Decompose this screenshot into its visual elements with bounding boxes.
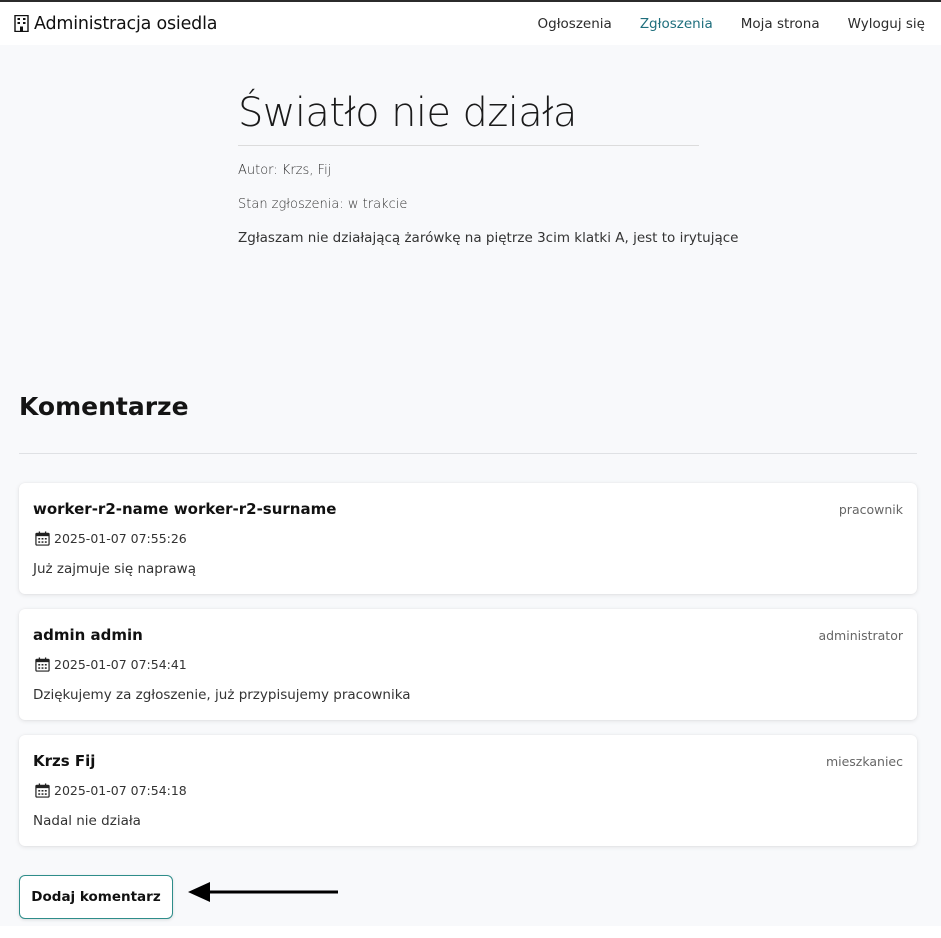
ticket-author: Autor: Krzs, Fij	[238, 163, 332, 178]
comment-author: admin admin	[33, 626, 143, 644]
comment-card: admin admin administrator 2025-01-07 07:…	[19, 609, 917, 720]
comment-role: administrator	[818, 628, 903, 643]
comments-heading: Komentarze	[19, 392, 189, 421]
ticket-status: Stan zgłoszenia: w trakcie	[238, 197, 408, 212]
calendar-icon	[35, 783, 50, 798]
calendar-icon	[35, 657, 50, 672]
comment-role: mieszkaniec	[825, 754, 903, 769]
comment-author: worker-r2-name worker-r2-surname	[33, 500, 337, 518]
nav-links: Ogłoszenia Zgłoszenia Moja strona Wylogu…	[510, 16, 925, 32]
nav-link-ogloszenia[interactable]: Ogłoszenia	[538, 16, 612, 32]
comment-date: 2025-01-07 07:55:26	[35, 531, 187, 546]
arrow-left-icon	[188, 882, 338, 902]
comment-author: Krzs Fij	[33, 752, 96, 770]
add-comment-button[interactable]: Dodaj komentarz	[19, 875, 173, 919]
brand[interactable]: Administracja osiedla	[14, 14, 217, 34]
comment-card: worker-r2-name worker-r2-surname pracown…	[19, 483, 917, 594]
calendar-icon	[35, 531, 50, 546]
building-icon	[14, 15, 29, 32]
ticket-description: Zgłaszam nie działającą żarówkę na piętr…	[238, 230, 739, 246]
comment-card: Krzs Fij mieszkaniec 2025-01-07 07:54:18…	[19, 735, 917, 846]
comments-divider	[19, 453, 917, 454]
ticket-details: Światło nie działa Autor: Krzs, Fij Stan…	[238, 86, 739, 246]
comment-date: 2025-01-07 07:54:18	[35, 783, 187, 798]
brand-title: Administracja osiedla	[34, 13, 218, 34]
comment-text: Dziękujemy za zgłoszenie, już przypisuje…	[33, 687, 411, 703]
comment-text: Już zajmuje się naprawą	[33, 561, 196, 577]
comment-date-text: 2025-01-07 07:55:26	[54, 531, 187, 546]
comment-text: Nadal nie działa	[33, 813, 141, 829]
comment-date-text: 2025-01-07 07:54:18	[54, 783, 187, 798]
nav-link-zgloszenia[interactable]: Zgłoszenia	[640, 16, 713, 32]
comment-date: 2025-01-07 07:54:41	[35, 657, 187, 672]
page-bottom-band	[0, 926, 941, 938]
nav-link-wyloguj[interactable]: Wyloguj się	[848, 16, 925, 32]
navbar: Administracja osiedla Ogłoszenia Zgłosze…	[0, 2, 941, 45]
comment-role: pracownik	[838, 502, 903, 517]
ticket-divider	[238, 145, 699, 146]
comment-date-text: 2025-01-07 07:54:41	[54, 657, 187, 672]
ticket-title: Światło nie działa	[238, 90, 577, 136]
nav-link-moja-strona[interactable]: Moja strona	[741, 16, 820, 32]
